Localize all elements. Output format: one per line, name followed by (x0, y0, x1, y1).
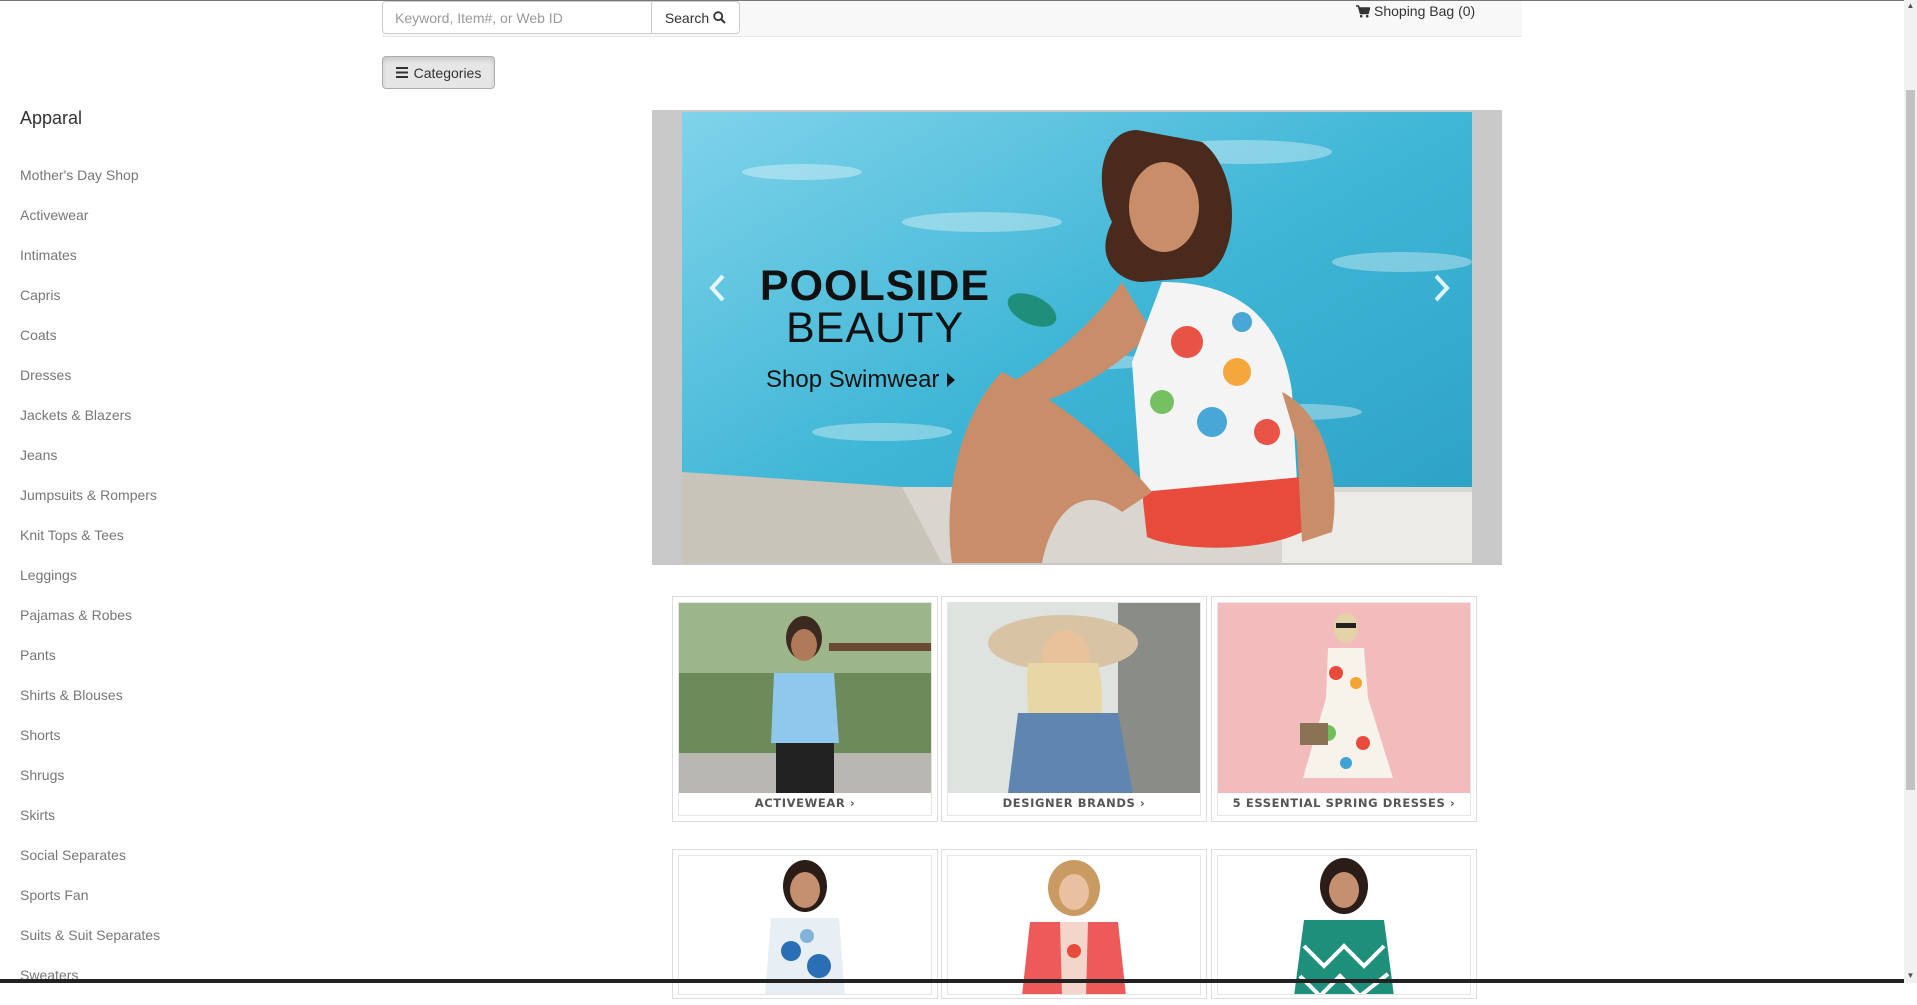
sidebar-item[interactable]: Skirts (20, 805, 160, 845)
sidebar-item[interactable]: Jackets & Blazers (20, 405, 160, 445)
categories-label: Categories (413, 64, 482, 81)
tile-activewear[interactable]: ACTIVEWEAR › (672, 596, 938, 822)
shopping-bag-label: Shoping Bag (0) (1374, 3, 1476, 19)
caret-right-icon (947, 373, 956, 387)
search-button-label: Search (664, 9, 710, 26)
coral-cardigan-photo (948, 856, 1200, 994)
chevron-left-icon (709, 274, 725, 302)
search-icon (713, 11, 726, 24)
sidebar-item[interactable]: Suits & Suit Separates (20, 925, 160, 965)
carousel-prev-button[interactable] (697, 270, 737, 310)
scroll-up-arrow-icon[interactable]: ▲ (1904, 0, 1917, 12)
sidebar-item[interactable]: Shorts (20, 725, 160, 765)
hero-slide[interactable]: POOLSIDE BEAUTY Shop Swimwear (682, 112, 1472, 563)
tile-label-designer-brands: DESIGNER BRANDS › (1002, 796, 1146, 810)
tile-product[interactable] (941, 849, 1207, 999)
tile-product[interactable] (1211, 849, 1477, 999)
shopping-bag-link[interactable]: Shoping Bag (0) (1356, 3, 1475, 19)
tile-label-spring-dresses: 5 ESSENTIAL SPRING DRESSES › (1232, 796, 1456, 810)
shop-swimwear-label: Shop Swimwear (766, 366, 940, 393)
sidebar-category-list: Mother's Day Shop Activewear Intimates C… (20, 165, 160, 1005)
floral-top-photo (679, 856, 931, 994)
sidebar-item[interactable]: Shrugs (20, 765, 160, 805)
cart-icon (1356, 4, 1370, 17)
activewear-photo (679, 603, 931, 793)
sidebar-title: Apparal (20, 108, 83, 128)
sidebar-item[interactable]: Pants (20, 645, 160, 685)
sidebar-item[interactable]: Leggings (20, 565, 160, 605)
sidebar-item[interactable]: Mother's Day Shop (20, 165, 160, 205)
promo-subtitle: BEAUTY (785, 304, 965, 352)
tile-label-activewear: ACTIVEWEAR › (754, 796, 856, 810)
header-bar: Search Shoping Bag (0) (382, 1, 1522, 37)
tile-spring-dresses[interactable]: 5 ESSENTIAL SPRING DRESSES › (1211, 596, 1477, 822)
designer-brands-photo (948, 603, 1200, 793)
sidebar-item[interactable]: Capris (20, 285, 160, 325)
sidebar-item[interactable]: Knit Tops & Tees (20, 525, 160, 565)
sidebar-item[interactable]: Dresses (20, 365, 160, 405)
categories-button[interactable]: Categories (382, 56, 495, 89)
sidebar-item[interactable]: Jumpsuits & Rompers (20, 485, 160, 525)
sidebar-item[interactable]: Pajamas & Robes (20, 605, 160, 645)
sidebar-item[interactable]: Intimates (20, 245, 160, 285)
sidebar-item[interactable]: Coats (20, 325, 160, 365)
sidebar-item[interactable]: Jeans (20, 445, 160, 485)
tile-product[interactable] (672, 849, 938, 999)
search-input[interactable] (382, 1, 652, 34)
hero-carousel: POOLSIDE BEAUTY Shop Swimwear (652, 110, 1502, 565)
sidebar-item[interactable]: Shirts & Blouses (20, 685, 160, 725)
sidebar-item[interactable]: Activewear (20, 205, 160, 245)
vertical-scrollbar[interactable]: ▲ ▼ (1904, 0, 1917, 983)
search-button[interactable]: Search (652, 1, 740, 34)
spring-dresses-photo (1218, 603, 1470, 793)
sidebar-item[interactable]: Social Separates (20, 845, 160, 885)
hamburger-icon (395, 67, 408, 78)
shop-swimwear-link[interactable]: Shop Swimwear (766, 366, 956, 394)
bottom-edge (0, 979, 1904, 983)
sidebar-item[interactable]: Sweaters (20, 965, 160, 1005)
scroll-thumb[interactable] (1906, 90, 1915, 790)
sidebar-item[interactable]: Sports Fan (20, 885, 160, 925)
carousel-next-button[interactable] (1422, 270, 1462, 310)
tile-designer-brands[interactable]: DESIGNER BRANDS › (941, 596, 1207, 822)
chevron-right-icon (1434, 274, 1450, 302)
teal-top-photo (1218, 856, 1470, 994)
scroll-down-arrow-icon[interactable]: ▼ (1904, 970, 1917, 982)
